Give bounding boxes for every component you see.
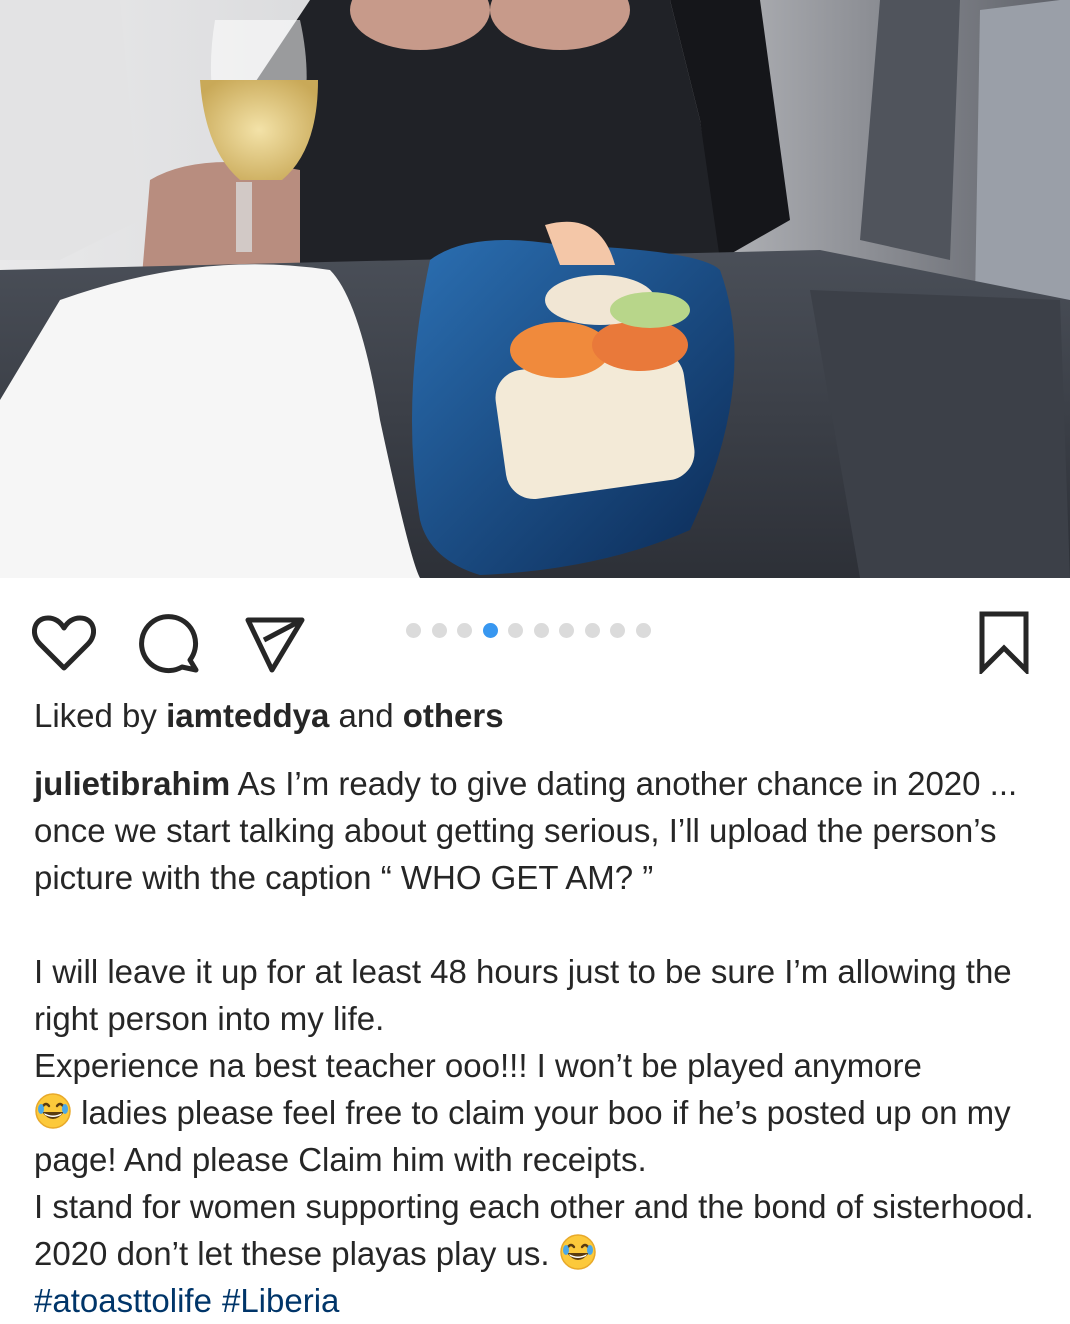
carousel-dot xyxy=(559,622,574,638)
carousel-indicator xyxy=(406,622,651,638)
caption-username[interactable]: julietibrahim xyxy=(34,765,230,802)
carousel-dot xyxy=(533,622,549,638)
caption-paragraph-4: ladies please feel free to claim your bo… xyxy=(34,1094,1020,1178)
post-actions xyxy=(0,578,1070,688)
comment-icon[interactable] xyxy=(138,614,202,674)
post-photo[interactable] xyxy=(0,0,1070,578)
caption-paragraph-2: I will leave it up for at least 48 hours… xyxy=(34,953,1021,1037)
carousel-dot-active xyxy=(482,622,498,638)
carousel-dot xyxy=(457,622,472,638)
carousel-dot xyxy=(508,622,523,638)
bookmark-icon[interactable] xyxy=(978,610,1030,674)
heart-icon[interactable] xyxy=(32,614,96,672)
caption-paragraph-3: Experience na best teacher ooo!!! I won’… xyxy=(34,1047,922,1084)
laughing-emoji-icon xyxy=(34,1092,72,1130)
carousel-dot xyxy=(406,622,421,638)
hashtags: #atoasttolife #Liberia xyxy=(34,1282,349,1319)
laughing-emoji-icon xyxy=(559,1233,597,1271)
likes-others-link[interactable]: others xyxy=(403,697,504,734)
hashtag-link[interactable]: #atoasttolife xyxy=(34,1282,212,1319)
hashtag-link[interactable]: #Liberia xyxy=(222,1282,339,1319)
caption-paragraph-5: I stand for women supporting each other … xyxy=(34,1188,1043,1272)
carousel-dot xyxy=(431,622,447,638)
paper-plane-icon[interactable] xyxy=(244,614,306,674)
likes-line: Liked by iamteddya and others xyxy=(34,695,504,737)
likes-prefix: Liked by xyxy=(34,697,167,734)
carousel-dot xyxy=(610,622,625,638)
liked-by-user-link[interactable]: iamteddya xyxy=(166,697,329,734)
carousel-dot xyxy=(584,622,600,638)
post-caption: julietibrahim As I’m ready to give datin… xyxy=(34,760,1044,1324)
likes-middle: and xyxy=(329,697,403,734)
carousel-dot xyxy=(635,622,651,638)
